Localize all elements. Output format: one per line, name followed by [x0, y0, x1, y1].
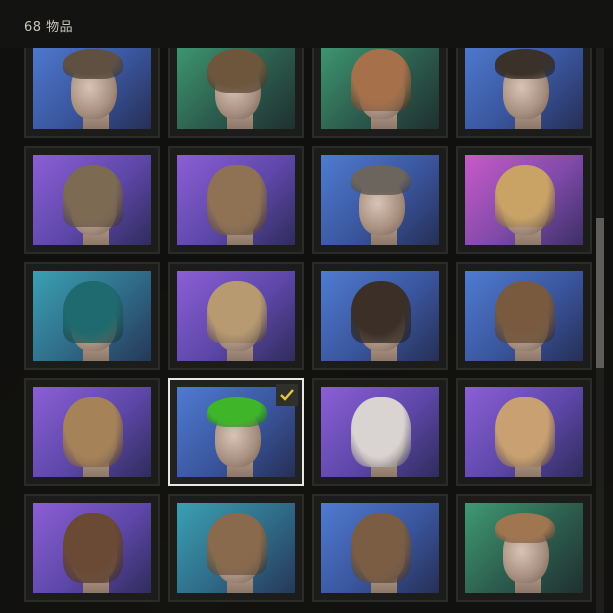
- hairstyle-tile[interactable]: [456, 494, 592, 602]
- hairstyle-preview: [33, 387, 151, 477]
- hair: [351, 281, 411, 343]
- grid-viewport: [0, 48, 613, 613]
- hairstyle-tile[interactable]: [24, 262, 160, 370]
- hair: [351, 513, 411, 583]
- hair: [207, 165, 267, 235]
- hair: [351, 397, 411, 467]
- hairstyle-preview: [465, 503, 583, 593]
- hairstyle-preview: [465, 387, 583, 477]
- hair: [495, 397, 555, 467]
- panel-header: 68 物品: [0, 0, 613, 48]
- hair: [351, 49, 411, 111]
- hairstyle-tile[interactable]: [168, 494, 304, 602]
- hairstyle-tile[interactable]: [456, 48, 592, 138]
- checkmark-icon: [276, 384, 298, 406]
- hair: [63, 49, 123, 79]
- hairstyle-preview: [177, 48, 295, 129]
- hair: [495, 513, 555, 543]
- hairstyle-tile[interactable]: [312, 48, 448, 138]
- hairstyle-tile[interactable]: [24, 378, 160, 486]
- hairstyle-tile[interactable]: [456, 262, 592, 370]
- hair: [63, 513, 123, 583]
- item-grid: [24, 48, 592, 602]
- hairstyle-tile[interactable]: [168, 378, 304, 486]
- hairstyle-tile[interactable]: [456, 378, 592, 486]
- hair: [495, 165, 555, 227]
- inventory-panel: 68 物品: [0, 0, 613, 613]
- hairstyle-tile[interactable]: [168, 48, 304, 138]
- hair: [495, 281, 555, 343]
- hairstyle-tile[interactable]: [24, 146, 160, 254]
- hair: [207, 281, 267, 343]
- hairstyle-preview: [321, 503, 439, 593]
- hairstyle-preview: [177, 503, 295, 593]
- hair: [63, 281, 123, 343]
- hairstyle-preview: [33, 503, 151, 593]
- hairstyle-preview: [177, 271, 295, 361]
- hairstyle-preview: [33, 48, 151, 129]
- hair: [351, 165, 411, 195]
- hairstyle-tile[interactable]: [24, 494, 160, 602]
- hairstyle-tile[interactable]: [168, 262, 304, 370]
- hair: [207, 513, 267, 575]
- hairstyle-tile[interactable]: [456, 146, 592, 254]
- scrollbar-thumb[interactable]: [596, 218, 604, 368]
- hairstyle-tile[interactable]: [312, 378, 448, 486]
- hairstyle-preview: [465, 155, 583, 245]
- scrollbar[interactable]: [596, 48, 604, 613]
- hairstyle-preview: [321, 155, 439, 245]
- hairstyle-tile[interactable]: [24, 48, 160, 138]
- hairstyle-tile[interactable]: [168, 146, 304, 254]
- hairstyle-tile[interactable]: [312, 146, 448, 254]
- hairstyle-tile[interactable]: [312, 262, 448, 370]
- hairstyle-preview: [465, 48, 583, 129]
- hairstyle-preview: [33, 155, 151, 245]
- hair: [495, 49, 555, 79]
- hairstyle-preview: [321, 271, 439, 361]
- hairstyle-preview: [33, 271, 151, 361]
- hairstyle-preview: [177, 155, 295, 245]
- hair: [63, 165, 123, 227]
- item-count-label: 68 物品: [24, 20, 74, 35]
- hairstyle-tile[interactable]: [312, 494, 448, 602]
- hair: [63, 397, 123, 467]
- hairstyle-preview: [465, 271, 583, 361]
- hair: [207, 397, 267, 427]
- hair: [207, 49, 267, 93]
- hairstyle-preview: [321, 387, 439, 477]
- hairstyle-preview: [321, 48, 439, 129]
